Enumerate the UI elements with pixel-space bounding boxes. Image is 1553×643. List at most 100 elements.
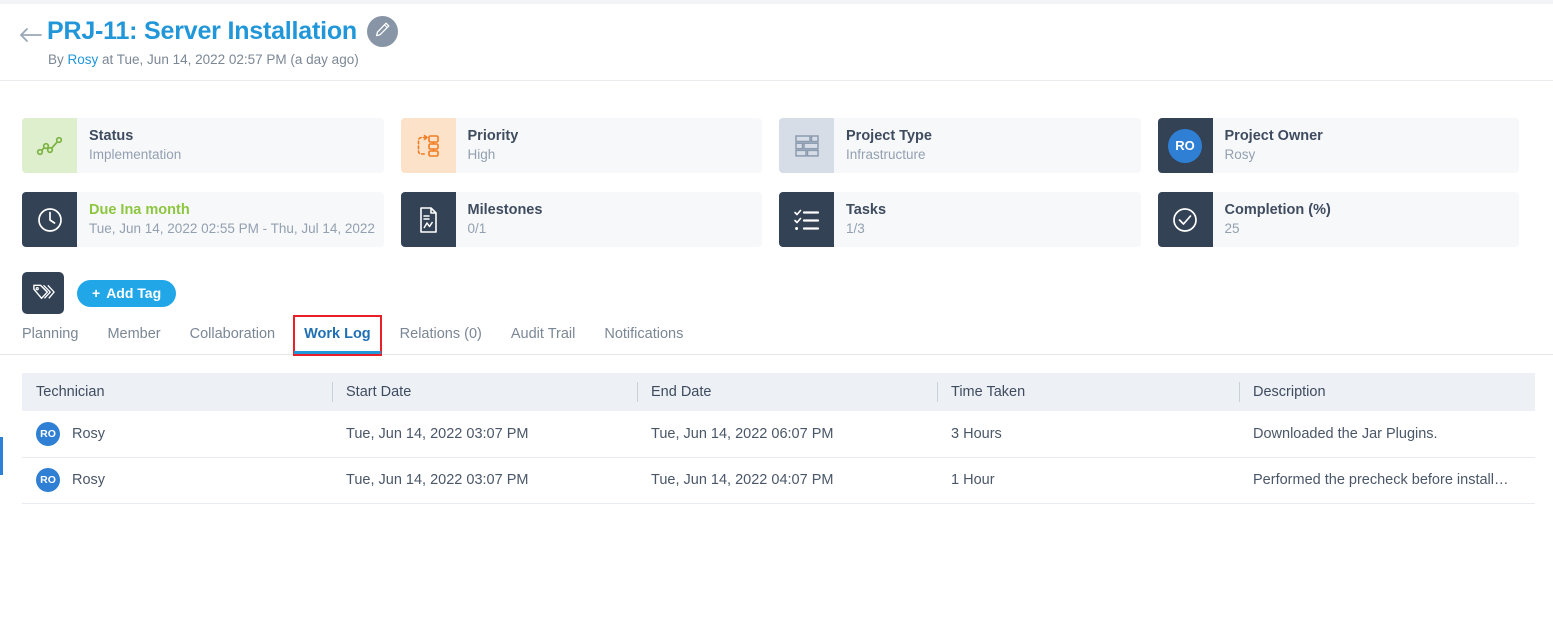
subtitle-prefix: By: [48, 52, 68, 67]
card-completion-label: Completion (%): [1225, 201, 1331, 221]
summary-cards: Status Implementation Priority High: [22, 118, 1519, 266]
technician-name: Rosy: [72, 426, 105, 442]
check-circle-icon: [1158, 192, 1213, 247]
card-due-date-label: Due Ina month: [89, 201, 375, 221]
card-project-owner-label: Project Owner: [1225, 127, 1323, 147]
card-milestones-body: Milestones 0/1: [456, 192, 543, 247]
tab-list: Planning Member Collaboration Work Log R…: [22, 318, 712, 353]
left-scroll-indicator[interactable]: [0, 437, 3, 475]
cell-description: Performed the precheck before install…: [1239, 457, 1535, 503]
cell-time-taken: 3 Hours: [937, 411, 1239, 457]
back-arrow-icon[interactable]: [18, 22, 44, 48]
tab-notifications[interactable]: Notifications: [604, 318, 683, 353]
column-header-time-taken[interactable]: Time Taken: [937, 373, 1239, 411]
tab-audit-trail[interactable]: Audit Trail: [511, 318, 575, 353]
clock-icon: [22, 192, 77, 247]
card-project-type-value: Infrastructure: [846, 146, 932, 164]
page-subtitle: By Rosy at Tue, Jun 14, 2022 02:57 PM (a…: [48, 52, 359, 67]
work-log-table: Technician Start Date End Date Time Take…: [22, 373, 1535, 504]
tab-work-log[interactable]: Work Log: [304, 318, 371, 353]
table-row[interactable]: RO Rosy Tue, Jun 14, 2022 03:07 PM Tue, …: [22, 411, 1535, 457]
tab-collaboration-label: Collaboration: [190, 326, 275, 342]
card-milestones-label: Milestones: [468, 201, 543, 221]
card-completion[interactable]: Completion (%) 25: [1158, 192, 1520, 247]
card-priority[interactable]: Priority High: [401, 118, 763, 173]
technician-cell-content: RO Rosy: [36, 422, 332, 446]
tab-relations[interactable]: Relations (0): [400, 318, 482, 353]
technician-name: Rosy: [72, 472, 105, 488]
tab-planning[interactable]: Planning: [22, 318, 78, 353]
card-project-owner[interactable]: RO Project Owner Rosy: [1158, 118, 1520, 173]
cell-end-date: Tue, Jun 14, 2022 06:07 PM: [637, 411, 937, 457]
card-priority-body: Priority High: [456, 118, 519, 173]
tab-work-log-label: Work Log: [304, 326, 371, 342]
card-due-date-value: Tue, Jun 14, 2022 02:55 PM - Thu, Jul 14…: [89, 220, 375, 238]
column-header-technician[interactable]: Technician: [22, 373, 332, 411]
card-tasks-label: Tasks: [846, 201, 886, 221]
tab-collaboration[interactable]: Collaboration: [190, 318, 275, 353]
card-project-type-label: Project Type: [846, 127, 932, 147]
tab-bar: Planning Member Collaboration Work Log R…: [0, 318, 1553, 355]
card-project-type[interactable]: Project Type Infrastructure: [779, 118, 1141, 173]
pencil-icon: [374, 21, 391, 43]
avatar: RO: [36, 468, 60, 492]
card-status[interactable]: Status Implementation: [22, 118, 384, 173]
card-priority-label: Priority: [468, 127, 519, 147]
server-stack-icon: [779, 118, 834, 173]
avatar: RO: [1158, 118, 1213, 173]
summary-cards-row-2: Due Ina month Tue, Jun 14, 2022 02:55 PM…: [22, 192, 1519, 247]
card-project-type-body: Project Type Infrastructure: [834, 118, 932, 173]
page-title: PRJ-11: Server Installation: [47, 17, 357, 46]
card-tasks[interactable]: Tasks 1/3: [779, 192, 1141, 247]
card-due-date[interactable]: Due Ina month Tue, Jun 14, 2022 02:55 PM…: [22, 192, 384, 247]
card-milestones-value: 0/1: [468, 220, 543, 238]
card-tasks-body: Tasks 1/3: [834, 192, 886, 247]
cell-start-date: Tue, Jun 14, 2022 03:07 PM: [332, 457, 637, 503]
table-row[interactable]: RO Rosy Tue, Jun 14, 2022 03:07 PM Tue, …: [22, 457, 1535, 503]
column-header-start-date[interactable]: Start Date: [332, 373, 637, 411]
edit-title-button[interactable]: [367, 16, 398, 47]
cell-end-date: Tue, Jun 14, 2022 04:07 PM: [637, 457, 937, 503]
cell-time-taken: 1 Hour: [937, 457, 1239, 503]
tab-audit-trail-label: Audit Trail: [511, 326, 575, 342]
card-completion-value: 25: [1225, 220, 1331, 238]
owner-avatar-initials: RO: [1168, 129, 1202, 163]
technician-cell-content: RO Rosy: [36, 468, 332, 492]
tags-icon: [22, 272, 64, 314]
add-tag-label: Add Tag: [106, 285, 161, 301]
cell-start-date: Tue, Jun 14, 2022 03:07 PM: [332, 411, 637, 457]
tab-planning-label: Planning: [22, 326, 78, 342]
tab-member[interactable]: Member: [107, 318, 160, 353]
avatar: RO: [36, 422, 60, 446]
page-header: PRJ-11: Server Installation By Rosy at T…: [0, 4, 1553, 81]
tab-notifications-label: Notifications: [604, 326, 683, 342]
card-project-owner-body: Project Owner Rosy: [1213, 118, 1323, 173]
column-header-description[interactable]: Description: [1239, 373, 1535, 411]
table-header: Technician Start Date End Date Time Take…: [22, 373, 1535, 411]
tab-relations-label: Relations (0): [400, 326, 482, 342]
plus-icon: +: [92, 285, 100, 301]
cell-technician: RO Rosy: [22, 411, 332, 457]
milestone-document-icon: [401, 192, 456, 247]
card-project-owner-value: Rosy: [1225, 146, 1323, 164]
card-completion-body: Completion (%) 25: [1213, 192, 1331, 247]
card-priority-value: High: [468, 146, 519, 164]
checklist-icon: [779, 192, 834, 247]
card-due-date-body: Due Ina month Tue, Jun 14, 2022 02:55 PM…: [77, 192, 375, 247]
priority-flow-icon: [401, 118, 456, 173]
add-tag-button[interactable]: + Add Tag: [77, 280, 176, 307]
tab-member-label: Member: [107, 326, 160, 342]
card-milestones[interactable]: Milestones 0/1: [401, 192, 763, 247]
card-status-value: Implementation: [89, 146, 181, 164]
table-body: RO Rosy Tue, Jun 14, 2022 03:07 PM Tue, …: [22, 411, 1535, 503]
work-log-table-container: Technician Start Date End Date Time Take…: [22, 373, 1535, 504]
card-tasks-value: 1/3: [846, 220, 886, 238]
column-header-end-date[interactable]: End Date: [637, 373, 937, 411]
summary-cards-row-1: Status Implementation Priority High: [22, 118, 1519, 173]
subtitle-author-link[interactable]: Rosy: [68, 52, 99, 67]
line-chart-icon: [22, 118, 77, 173]
subtitle-timestamp: at Tue, Jun 14, 2022 02:57 PM (a day ago…: [98, 52, 358, 67]
card-status-label: Status: [89, 127, 181, 147]
cell-description: Downloaded the Jar Plugins.: [1239, 411, 1535, 457]
card-status-body: Status Implementation: [77, 118, 181, 173]
